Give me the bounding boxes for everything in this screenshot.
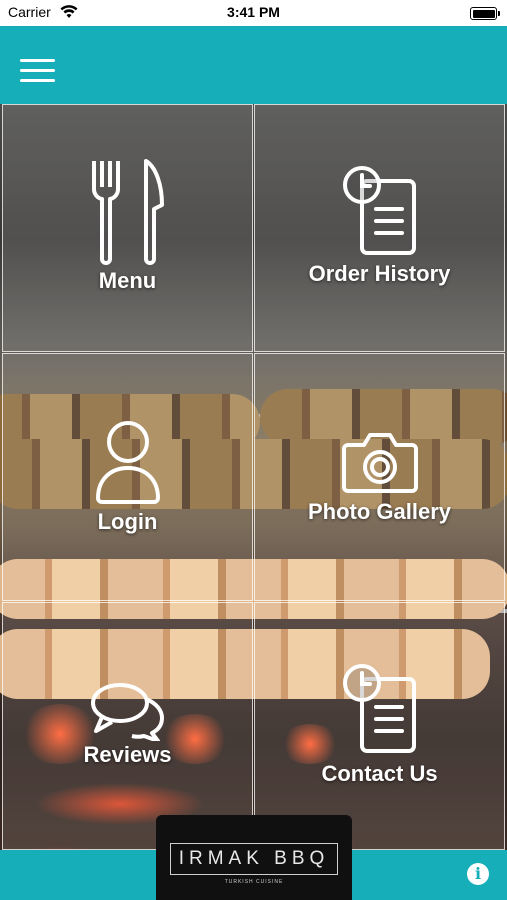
info-icon[interactable]: i [467,863,489,885]
brand-logo-tagline: TURKISH CUISINE [224,879,284,885]
tile-contact-us[interactable]: Contact Us [254,602,505,850]
tile-login-label: Login [97,509,158,534]
brand-logo: IRMAK BBQ TURKISH CUISINE [156,815,352,900]
top-navbar [0,26,507,104]
camera-icon [255,429,504,495]
fork-knife-icon [3,157,252,267]
clock: 3:41 PM [227,4,280,20]
tile-contact-us-label: Contact Us [321,761,438,786]
app-screen: Carrier 3:41 PM Menu Order History Login… [0,0,507,900]
tile-menu[interactable]: Menu [2,104,253,352]
tile-reviews-label: Reviews [83,742,172,767]
chat-bubbles-icon [3,681,252,741]
battery-icon [470,7,500,20]
tile-order-history[interactable]: Order History [254,104,505,352]
clock-document-icon [255,165,504,257]
tile-photo-gallery-label: Photo Gallery [307,499,452,524]
hamburger-menu-icon[interactable] [20,57,55,83]
brand-logo-name: IRMAK BBQ [170,843,338,875]
tile-login[interactable]: Login [2,353,253,601]
tile-photo-gallery[interactable]: Photo Gallery [254,353,505,601]
tile-menu-label: Menu [98,268,157,293]
tile-reviews[interactable]: Reviews [2,602,253,850]
status-bar: Carrier 3:41 PM [0,0,507,26]
home-tile-grid: Menu Order History Login Photo Gallery R… [2,104,505,850]
tile-order-history-label: Order History [308,261,451,286]
user-icon [3,420,252,504]
clock-document-icon [255,663,504,755]
